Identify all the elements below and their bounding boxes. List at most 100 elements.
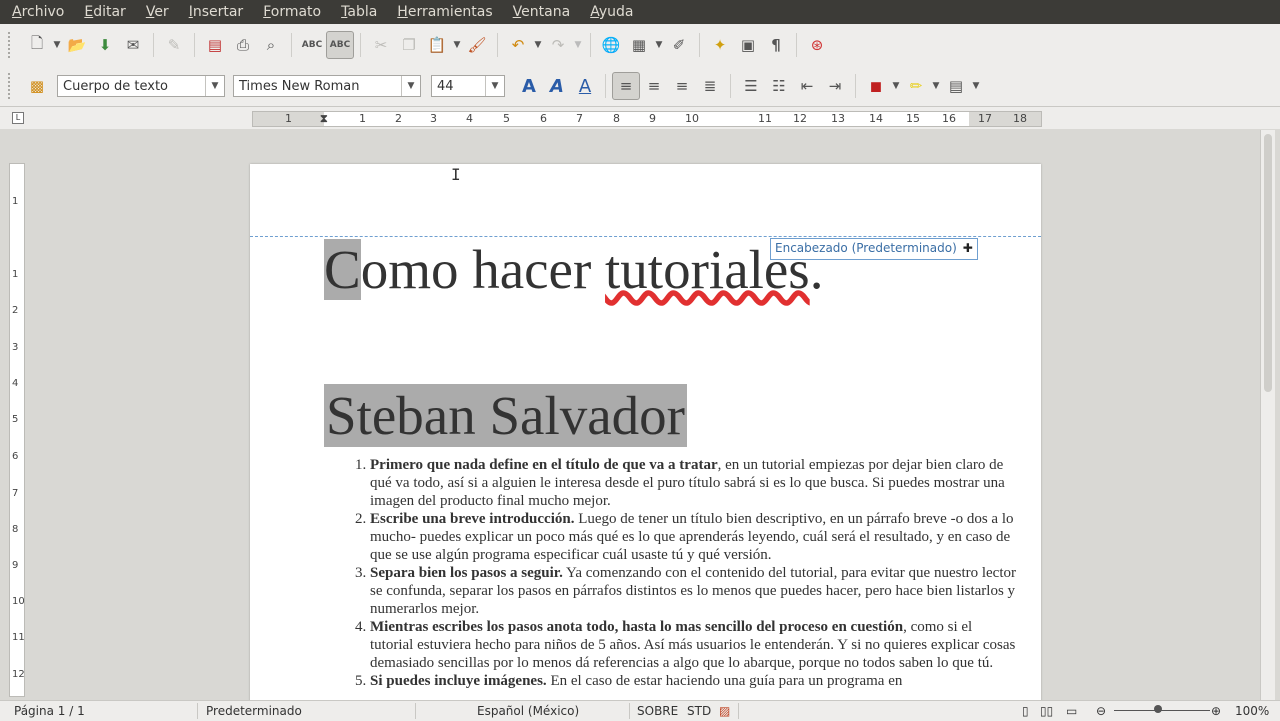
single-page-view-icon[interactable]: ▯: [1022, 704, 1029, 718]
document-page[interactable]: Encabezado (Predeterminado) ✚ Como hacer …: [250, 164, 1041, 704]
list-item[interactable]: Mientras escribes los pasos anota todo, …: [370, 618, 1018, 672]
multi-page-view-icon[interactable]: ▯▯: [1040, 704, 1053, 718]
book-view-icon[interactable]: ▭: [1066, 704, 1077, 718]
font-color-icon[interactable]: ◼: [862, 72, 890, 100]
cut-icon[interactable]: ✂: [367, 31, 395, 59]
edit-file-icon[interactable]: ✎: [160, 31, 188, 59]
print-icon[interactable]: ⎙: [229, 31, 257, 59]
vruler-number: 6: [12, 451, 19, 462]
menu-insertar[interactable]: Insertar: [177, 0, 252, 24]
bullets-icon[interactable]: ☷: [765, 72, 793, 100]
decrease-indent-icon[interactable]: ⇤: [793, 72, 821, 100]
help-icon[interactable]: ⊛: [803, 31, 831, 59]
autospellcheck-icon[interactable]: ABC: [326, 31, 354, 59]
email-icon[interactable]: ✉: [119, 31, 147, 59]
zoom-slider-knob[interactable]: [1154, 705, 1162, 713]
new-dropdown-icon[interactable]: ▼: [51, 40, 63, 50]
vertical-ruler[interactable]: 1 1 2 3 4 5 6 7 8 9 10 11 12: [9, 163, 25, 697]
font-name-select[interactable]: Times New Roman ▼: [233, 75, 421, 97]
document-author[interactable]: Steban Salvador: [324, 384, 687, 447]
list-item[interactable]: Escribe una breve introducción. Luego de…: [370, 510, 1018, 564]
menu-archivo[interactable]: Archivo: [0, 0, 72, 24]
zoom-out-icon[interactable]: ⊖: [1096, 704, 1106, 718]
export-pdf-icon[interactable]: ▤: [201, 31, 229, 59]
align-center-icon[interactable]: ≡: [640, 72, 668, 100]
redo-dropdown-icon[interactable]: ▼: [572, 40, 584, 50]
zoom-level[interactable]: 100%: [1235, 704, 1269, 718]
highlighting-dropdown-icon[interactable]: ▼: [930, 81, 942, 91]
hyperlink-icon[interactable]: 🌐: [597, 31, 625, 59]
horizontal-ruler[interactable]: 1 ⧗ 1 2 3 4 5 6 7 8 9 10 11 12 13 14 15 …: [252, 111, 1042, 127]
redo-icon[interactable]: ↷: [544, 31, 572, 59]
table-icon[interactable]: ▦: [625, 31, 653, 59]
formatting-marks-icon[interactable]: ¶: [762, 31, 790, 59]
bold-icon[interactable]: A: [515, 72, 543, 100]
spellcheck-icon[interactable]: ABC: [298, 31, 326, 59]
menu-herramientas[interactable]: Herramientas: [385, 0, 500, 24]
italic-icon[interactable]: A: [543, 72, 571, 100]
justify-icon[interactable]: ≣: [696, 72, 724, 100]
paragraph-style-select[interactable]: Cuerpo de texto ▼: [57, 75, 225, 97]
chevron-down-icon[interactable]: ▼: [485, 76, 504, 96]
undo-icon[interactable]: ↶: [504, 31, 532, 59]
menu-tabla[interactable]: Tabla: [329, 0, 385, 24]
page-style[interactable]: Predeterminado: [206, 704, 302, 718]
ruler-number: 7: [576, 112, 583, 125]
draw-functions-icon[interactable]: ✐: [665, 31, 693, 59]
navigator-icon[interactable]: ✦: [706, 31, 734, 59]
menu-editar[interactable]: Editar: [72, 0, 133, 24]
open-folder-icon[interactable]: 📂: [63, 31, 91, 59]
header-boundary: [250, 236, 1041, 237]
chevron-down-icon[interactable]: ▼: [401, 76, 420, 96]
steps-list[interactable]: Primero que nada define en el título de …: [324, 456, 1018, 690]
print-preview-icon[interactable]: ⌕: [257, 31, 285, 59]
table-dropdown-icon[interactable]: ▼: [653, 40, 665, 50]
underline-icon[interactable]: A: [571, 72, 599, 100]
font-size-select[interactable]: 44 ▼: [431, 75, 505, 97]
save-icon[interactable]: ⬇: [91, 31, 119, 59]
undo-dropdown-icon[interactable]: ▼: [532, 40, 544, 50]
zoom-in-icon[interactable]: ⊕: [1211, 704, 1221, 718]
vertical-scrollbar[interactable]: [1260, 130, 1275, 700]
menu-ver[interactable]: Ver: [134, 0, 177, 24]
menu-ventana[interactable]: Ventana: [501, 0, 579, 24]
new-document-icon[interactable]: 🗋: [23, 31, 51, 59]
separator: [730, 74, 731, 98]
list-item[interactable]: Si puedes incluye imágenes. En el caso d…: [370, 672, 1018, 690]
toolbar-grip[interactable]: [8, 32, 13, 58]
gallery-icon[interactable]: ▣: [734, 31, 762, 59]
ruler-number: 11: [758, 112, 772, 125]
add-header-icon[interactable]: ✚: [963, 241, 973, 255]
vruler-number: 12: [12, 669, 25, 680]
copy-icon[interactable]: ❐: [395, 31, 423, 59]
language[interactable]: Español (México): [477, 704, 579, 718]
align-right-icon[interactable]: ≡: [668, 72, 696, 100]
font-color-dropdown-icon[interactable]: ▼: [890, 81, 902, 91]
tab-stop-selector[interactable]: L: [12, 112, 24, 124]
paste-icon[interactable]: 📋: [423, 31, 451, 59]
page-count[interactable]: Página 1 / 1: [14, 704, 85, 718]
step-heading: Mientras escribes los pasos anota todo, …: [370, 619, 904, 635]
list-item[interactable]: Separa bien los pasos a seguir. Ya comen…: [370, 564, 1018, 618]
clone-formatting-icon[interactable]: 🖌: [463, 31, 491, 59]
scrollbar-thumb[interactable]: [1264, 134, 1272, 392]
background-dropdown-icon[interactable]: ▼: [970, 81, 982, 91]
ruler-indent-marker[interactable]: ⧗: [320, 112, 328, 126]
list-item[interactable]: Primero que nada define en el título de …: [370, 456, 1018, 510]
highlighting-icon[interactable]: ✏: [902, 72, 930, 100]
background-color-icon[interactable]: ▤: [942, 72, 970, 100]
document-title[interactable]: Como hacer tutoriales.: [324, 238, 823, 301]
selection-mode[interactable]: STD: [687, 704, 711, 718]
spelling-error[interactable]: tutoriales: [605, 239, 810, 300]
numbering-icon[interactable]: ☰: [737, 72, 765, 100]
chevron-down-icon[interactable]: ▼: [205, 76, 224, 96]
zoom-slider[interactable]: [1114, 710, 1210, 711]
paste-dropdown-icon[interactable]: ▼: [451, 40, 463, 50]
menu-formato[interactable]: Formato: [251, 0, 329, 24]
menu-ayuda[interactable]: Ayuda: [578, 0, 641, 24]
align-left-icon[interactable]: ≡: [612, 72, 640, 100]
increase-indent-icon[interactable]: ⇥: [821, 72, 849, 100]
styles-formatting-icon[interactable]: ▩: [23, 72, 51, 100]
toolbar-grip[interactable]: [8, 73, 13, 99]
insert-mode[interactable]: SOBRE: [637, 704, 678, 718]
